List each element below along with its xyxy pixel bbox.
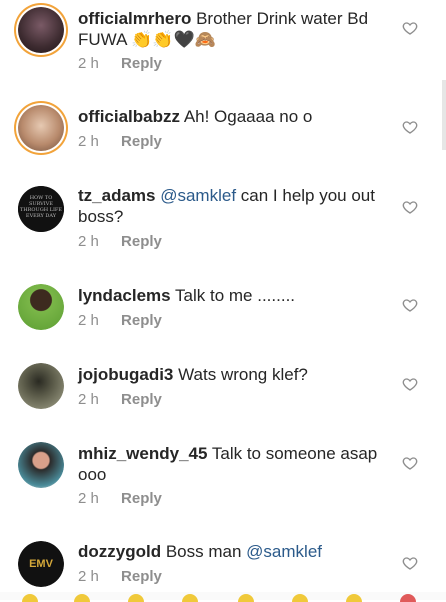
reply-button[interactable]: Reply: [121, 568, 162, 585]
comment-text: dozzygold Boss man @samklef: [78, 541, 378, 562]
heart-icon[interactable]: [402, 297, 418, 313]
avatar[interactable]: HOW TO SURVIVE THROUGH LIFE EVERY DAY: [18, 186, 64, 232]
username[interactable]: tz_adams: [78, 186, 155, 205]
comment-text: mhiz_wendy_45 Talk to someone asap ooo: [78, 443, 378, 485]
timestamp: 2 h: [78, 490, 99, 507]
timestamp: 2 h: [78, 55, 99, 72]
heart-icon[interactable]: [402, 20, 418, 36]
avatar[interactable]: [18, 7, 64, 53]
username[interactable]: mhiz_wendy_45: [78, 444, 207, 463]
username[interactable]: jojobugadi3: [78, 365, 173, 384]
timestamp: 2 h: [78, 391, 99, 408]
avatar[interactable]: [18, 363, 64, 409]
heart-icon[interactable]: [402, 119, 418, 135]
avatar-text: HOW TO SURVIVE THROUGH LIFE EVERY DAY: [18, 186, 64, 232]
comment-text: lyndaclems Talk to me ........: [78, 285, 378, 306]
comment-meta: 2 h Reply: [78, 55, 162, 72]
reply-button[interactable]: Reply: [121, 55, 162, 72]
reply-button[interactable]: Reply: [121, 490, 162, 507]
comment-meta: 2 h Reply: [78, 391, 162, 408]
heart-icon[interactable]: [402, 555, 418, 571]
reply-button[interactable]: Reply: [121, 391, 162, 408]
username[interactable]: officialmrhero: [78, 9, 191, 28]
comment-meta: 2 h Reply: [78, 312, 162, 329]
emoji-reaction-bar: [0, 592, 446, 600]
comment-text: jojobugadi3 Wats wrong klef?: [78, 364, 378, 385]
reply-button[interactable]: Reply: [121, 133, 162, 150]
comment-text: officialbabzz Ah! Ogaaaa no o: [78, 106, 378, 127]
comment-body: Ah! Ogaaaa no o: [183, 107, 313, 126]
heart-icon[interactable]: [402, 455, 418, 471]
timestamp: 2 h: [78, 568, 99, 585]
timestamp: 2 h: [78, 233, 99, 250]
avatar[interactable]: [18, 442, 64, 488]
heart-icon[interactable]: [402, 199, 418, 215]
comment-body: Talk to me ........: [175, 286, 296, 305]
avatar[interactable]: [18, 105, 64, 151]
avatar-text: EMV: [18, 541, 64, 587]
username[interactable]: dozzygold: [78, 542, 161, 561]
heart-icon[interactable]: [402, 376, 418, 392]
avatar[interactable]: EMV: [18, 541, 64, 587]
avatar[interactable]: [18, 284, 64, 330]
timestamp: 2 h: [78, 133, 99, 150]
comment-body: Wats wrong klef?: [178, 365, 308, 384]
emoji-text: 👏👏🖤🙈: [131, 30, 216, 49]
comment-meta: 2 h Reply: [78, 490, 162, 507]
comment-meta: 2 h Reply: [78, 133, 162, 150]
reply-button[interactable]: Reply: [121, 312, 162, 329]
username[interactable]: officialbabzz: [78, 107, 180, 126]
comment-text: tz_adams @samklef can I help you out bos…: [78, 185, 378, 227]
comment-body: Boss man: [165, 542, 242, 561]
comment-text: officialmrhero Brother Drink water Bd FU…: [78, 8, 378, 50]
mention-link[interactable]: @samklef: [246, 542, 322, 561]
username[interactable]: lyndaclems: [78, 286, 171, 305]
scrollbar[interactable]: [442, 80, 446, 150]
comment-meta: 2 h Reply: [78, 568, 162, 585]
mention-link[interactable]: @samklef: [160, 186, 236, 205]
reply-button[interactable]: Reply: [121, 233, 162, 250]
timestamp: 2 h: [78, 312, 99, 329]
comment-meta: 2 h Reply: [78, 233, 162, 250]
